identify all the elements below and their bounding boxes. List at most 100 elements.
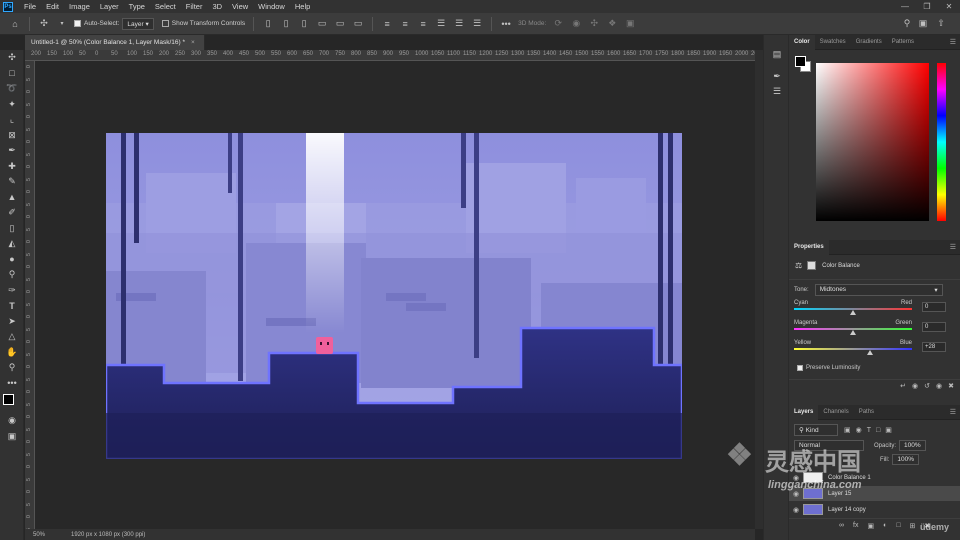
align-left-icon[interactable]: ▯ [261, 17, 275, 31]
delete-icon[interactable]: ✖ [948, 382, 954, 390]
brush-settings-icon[interactable]: ✒ [764, 69, 790, 85]
path-selection-icon[interactable]: ➤ [0, 314, 24, 330]
hue-slider[interactable] [937, 63, 946, 221]
slide-3d-icon[interactable]: ❖ [605, 17, 619, 31]
panel-menu-icon[interactable]: ☰ [950, 243, 956, 251]
document-tab[interactable]: Untitled-1 @ 50% (Color Balance 1, Layer… [25, 35, 205, 50]
reset-icon[interactable]: ↺ [924, 382, 930, 390]
crop-tool-icon[interactable]: ⌞ [0, 112, 24, 128]
close-window-icon[interactable]: ✕ [938, 0, 960, 13]
quick-mask-icon[interactable]: ◉ [0, 413, 24, 429]
slider-value-field[interactable]: 0 [922, 302, 946, 312]
scale-3d-icon[interactable]: ▣ [623, 17, 637, 31]
screen-mode-icon[interactable]: ▣ [0, 429, 24, 445]
paint-bucket-icon[interactable]: ◭ [0, 236, 24, 252]
slider-thumb[interactable] [850, 310, 856, 315]
align-bottom-icon[interactable]: ▭ [351, 17, 365, 31]
fx-icon[interactable]: fx [853, 522, 858, 530]
pan-3d-icon[interactable]: ✣ [587, 17, 601, 31]
menu-file[interactable]: File [19, 0, 41, 13]
foreground-color-swatch[interactable] [3, 394, 14, 405]
menu-image[interactable]: Image [64, 0, 95, 13]
photoshop-logo-icon[interactable]: Ps [3, 1, 13, 12]
frame-tool-icon[interactable]: ⊠ [0, 128, 24, 144]
shape-tool-icon[interactable]: △ [0, 329, 24, 345]
slider-value-field[interactable]: +28 [922, 342, 946, 352]
marquee-tool-icon[interactable]: □ [0, 66, 24, 82]
type-tool-icon[interactable]: T [0, 298, 24, 314]
eraser-tool-icon[interactable]: ▯ [0, 221, 24, 237]
color-swatches[interactable] [0, 391, 23, 413]
more-tools-icon[interactable]: ••• [0, 376, 24, 392]
vertical-ruler[interactable]: 05050505050505050505050505050505050505 [25, 61, 35, 529]
tab-channels[interactable]: Channels [818, 405, 853, 420]
hand-tool-icon[interactable]: ✋ [0, 345, 24, 361]
kind-filter-dropdown[interactable]: ⚲ Kind [794, 424, 838, 436]
layer-dropdown[interactable]: Layer ▾ [122, 17, 154, 30]
menu-type[interactable]: Type [124, 0, 150, 13]
align-center-h-icon[interactable]: ▯ [279, 17, 293, 31]
adjustments-icon[interactable]: ☰ [764, 84, 790, 100]
vertical-scrollbar[interactable] [755, 50, 763, 529]
checkbox-unchecked[interactable] [161, 19, 169, 27]
history-brush-icon[interactable]: ✐ [0, 205, 24, 221]
menu-layer[interactable]: Layer [95, 0, 124, 13]
distribute-bottom-icon[interactable]: ≡ [416, 17, 430, 31]
adjustment-layer-icon[interactable]: ◐ [883, 522, 887, 530]
layer-name[interactable]: Layer 15 [828, 491, 851, 497]
distribute-top-icon[interactable]: ≡ [380, 17, 394, 31]
canvas-area[interactable] [35, 61, 755, 529]
menu-3d[interactable]: 3D [207, 0, 227, 13]
distribute-right-icon[interactable]: ☰ [470, 17, 484, 31]
history-panel-icon[interactable]: ▤ [764, 47, 790, 63]
search-icon[interactable]: ⚲ [900, 17, 914, 31]
eye-icon[interactable]: ◉ [789, 506, 803, 514]
properties-title[interactable]: Properties [789, 239, 829, 255]
clone-stamp-icon[interactable]: ▲ [0, 190, 24, 206]
view-previous-icon[interactable]: ◉ [912, 382, 918, 390]
magenta-green-slider[interactable]: Magenta Green 0 [789, 320, 960, 340]
blur-tool-icon[interactable]: ● [0, 252, 24, 268]
clip-to-layer-icon[interactable]: ↵ [900, 382, 906, 390]
slider-thumb[interactable] [850, 330, 856, 335]
orbit-3d-icon[interactable]: ⟳ [551, 17, 565, 31]
panel-menu-icon[interactable]: ☰ [950, 38, 956, 46]
checkbox-checked[interactable] [74, 19, 81, 27]
eyedropper-tool-icon[interactable]: ✒ [0, 143, 24, 159]
zoom-level[interactable]: 50% [33, 532, 63, 538]
workspace-icon[interactable]: ▣ [916, 17, 930, 31]
tab-paths[interactable]: Paths [854, 405, 879, 420]
color-picker-field[interactable] [816, 63, 929, 221]
menu-window[interactable]: Window [253, 0, 290, 13]
move-tool-icon[interactable]: ✣ [0, 50, 24, 66]
lasso-tool-icon[interactable]: ➰ [0, 81, 24, 97]
visibility-icon[interactable]: ◉ [936, 382, 942, 390]
horizontal-ruler[interactable]: 200 150 100 50 0 50 100 150 200 250 300 350 400 450 50… [25, 50, 755, 61]
menu-help[interactable]: Help [290, 0, 315, 13]
auto-select-checkbox[interactable]: Auto-Select: [74, 19, 119, 27]
cyan-red-slider[interactable]: Cyan Red 0 [789, 300, 960, 320]
new-layer-icon[interactable]: ⊞ [910, 522, 916, 530]
align-top-icon[interactable]: ▭ [315, 17, 329, 31]
slider-track[interactable] [794, 348, 912, 350]
brush-tool-icon[interactable]: ✎ [0, 174, 24, 190]
more-options-icon[interactable]: ••• [499, 17, 513, 31]
menu-edit[interactable]: Edit [41, 0, 64, 13]
tab-layers[interactable]: Layers [789, 404, 819, 420]
tab-color[interactable]: Color [789, 34, 815, 50]
tab-gradients[interactable]: Gradients [851, 35, 887, 50]
panel-menu-icon[interactable]: ☰ [950, 408, 956, 416]
tone-dropdown[interactable]: Midtones ▾ [814, 284, 943, 296]
close-tab-icon[interactable]: × [191, 39, 195, 46]
foreground-color-swatch[interactable] [795, 56, 806, 67]
restore-icon[interactable]: ❐ [916, 0, 938, 13]
checkbox-checked[interactable] [797, 365, 803, 371]
layer-name[interactable]: Layer 14 copy [828, 507, 866, 513]
move-tool-icon[interactable]: ✣ [37, 17, 51, 31]
distribute-middle-icon[interactable]: ≡ [398, 17, 412, 31]
share-icon[interactable]: ⇧ [934, 17, 948, 31]
fill-field[interactable]: 100% [892, 454, 919, 465]
menu-select[interactable]: Select [150, 0, 181, 13]
healing-brush-icon[interactable]: ✚ [0, 159, 24, 175]
show-transform-checkbox[interactable]: Show Transform Controls [161, 19, 245, 27]
